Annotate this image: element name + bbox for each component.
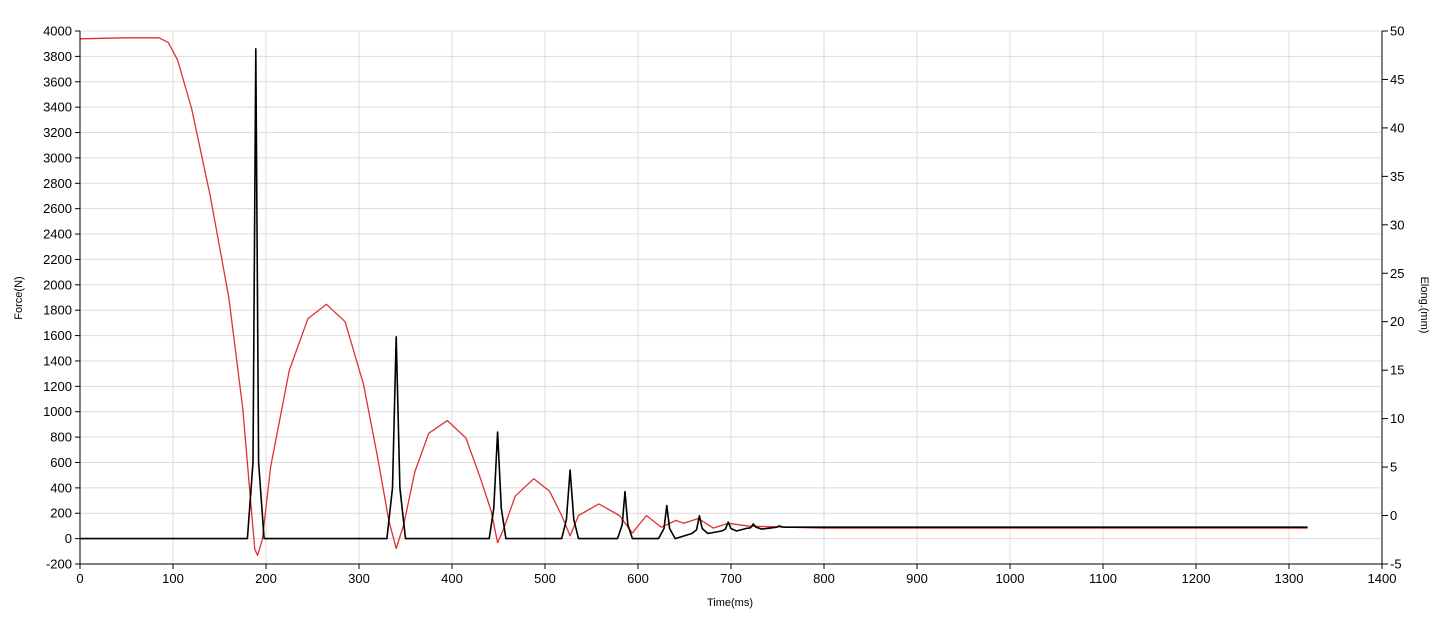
x-tick-label: 700 <box>720 571 742 586</box>
x-tick-label: 0 <box>76 571 83 586</box>
y-left-tick-label: 600 <box>50 455 72 470</box>
y-left-tick-label: 3200 <box>43 125 72 140</box>
y-left-tick-label: 3800 <box>43 49 72 64</box>
x-axis-title: Time(ms) <box>707 597 753 609</box>
x-tick-label: 1300 <box>1275 571 1304 586</box>
y-left-tick-label: 2000 <box>43 277 72 292</box>
y-left-tick-label: 3600 <box>43 74 72 89</box>
y-left-tick-label: 1000 <box>43 404 72 419</box>
y-right-tick-label: -5 <box>1390 557 1402 572</box>
y-left-tick-label: 1200 <box>43 379 72 394</box>
y-right-tick-label: 25 <box>1390 266 1404 281</box>
y-left-tick-label: 2800 <box>43 176 72 191</box>
y-right-tick-label: 20 <box>1390 314 1404 329</box>
y-right-tick-label: 0 <box>1390 508 1397 523</box>
y-left-tick-label: 200 <box>50 506 72 521</box>
y-right-tick-label: 35 <box>1390 169 1404 184</box>
y-left-tick-label: 4000 <box>43 24 72 39</box>
x-tick-label: 500 <box>534 571 556 586</box>
y-left-tick-label: 1800 <box>43 303 72 318</box>
y-left-tick-label: 2600 <box>43 201 72 216</box>
y-right-tick-label: 5 <box>1390 460 1397 475</box>
y-right-tick-label: 40 <box>1390 120 1404 135</box>
x-tick-label: 400 <box>441 571 463 586</box>
y-right-tick-label: 50 <box>1390 24 1404 39</box>
y-left-tick-label: 3000 <box>43 150 72 165</box>
x-tick-label: 600 <box>627 571 649 586</box>
y-right-tick-label: 15 <box>1390 363 1404 378</box>
y-left-tick-label: 400 <box>50 480 72 495</box>
x-tick-label: 1000 <box>996 571 1025 586</box>
y-left-tick-label: 800 <box>50 430 72 445</box>
x-tick-label: 1200 <box>1182 571 1211 586</box>
y-left-tick-label: 0 <box>65 531 72 546</box>
y-left-axis-title: Force(N) <box>13 276 25 319</box>
y-right-tick-label: 30 <box>1390 217 1404 232</box>
y-right-tick-label: 10 <box>1390 411 1404 426</box>
x-tick-label: 300 <box>348 571 370 586</box>
x-tick-label: 800 <box>813 571 835 586</box>
x-tick-label: 100 <box>162 571 184 586</box>
grid <box>79 30 1383 565</box>
y-left-tick-label: 3400 <box>43 100 72 115</box>
y-left-tick-label: 1400 <box>43 353 72 368</box>
y-left-tick-label: 2400 <box>43 227 72 242</box>
y-left-tick-label: -200 <box>46 557 72 572</box>
dual-axis-line-chart: 0 100 200 300 400 500 600 700 800 900 1000 1100 1200… <box>13 24 1430 610</box>
y-left-tick-label: 1600 <box>43 328 72 343</box>
y-left-tick-label: 2200 <box>43 252 72 267</box>
x-tick-label: 900 <box>906 571 928 586</box>
x-tick-label: 1400 <box>1368 571 1397 586</box>
y-right-axis-title: Elong.(mm) <box>1418 277 1430 334</box>
chart: 0 100 200 300 400 500 600 700 800 900 1000 1100 1200… <box>0 0 1443 625</box>
x-tick-label: 200 <box>255 571 277 586</box>
y-right-tick-label: 45 <box>1390 72 1404 87</box>
x-tick-label: 1100 <box>1089 571 1117 586</box>
